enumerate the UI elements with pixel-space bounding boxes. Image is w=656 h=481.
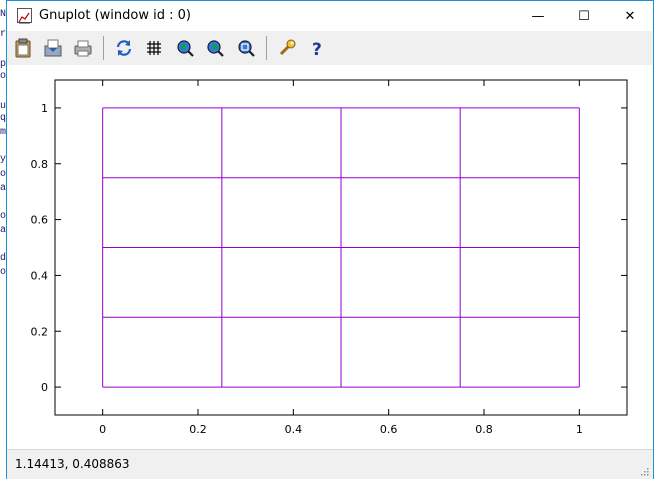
minimize-icon: — [531,8,545,24]
status-bar: 1.14413, 0.408863 [7,449,653,479]
x-tick-label: 1 [576,423,583,436]
chart-canvas[interactable]: 0 0.2 0.4 0.6 0.8 1 0 0.2 0.4 0.6 0.8 1 [7,65,653,449]
maximize-button[interactable]: ☐ [561,1,607,31]
unzoom-button[interactable] [234,36,258,60]
help-icon: ? [312,40,322,58]
x-tick-label: 0 [99,423,106,436]
gnuplot-window: Gnuplot (window id : 0) — ☐ ✕ ? 0 0.2 0.… [6,0,654,479]
x-tick-label: 0.4 [285,423,303,436]
save-icon [44,39,62,57]
plot-area[interactable]: 0 0.2 0.4 0.6 0.8 1 0 0.2 0.4 0.6 0.8 1 [7,65,653,449]
grid-icon [147,41,161,55]
print-button[interactable] [71,36,95,60]
x-tick-label: 0.8 [475,423,493,436]
copy-to-clipboard-icon [15,38,31,58]
zoom-previous-button[interactable] [173,36,197,60]
help-button[interactable]: ? [305,36,329,60]
close-icon: ✕ [624,8,636,24]
maximize-icon: ☐ [578,8,590,24]
gnuplot-app-icon[interactable] [17,8,32,24]
minimize-button[interactable]: — [515,1,561,31]
zoom-next-button[interactable] [203,36,227,60]
svg-text:?: ? [312,40,322,58]
options-button[interactable] [275,36,299,60]
y-tick-label: 0.4 [31,269,49,282]
unzoom-icon [238,40,255,57]
close-button[interactable]: ✕ [607,1,653,31]
y-tick-label: 0 [41,381,48,394]
toolbar-separator [266,36,267,60]
window-title: Gnuplot (window id : 0) [39,8,191,23]
title-bar[interactable]: Gnuplot (window id : 0) — ☐ ✕ [7,1,653,31]
grid-button[interactable] [142,36,166,60]
print-icon [74,40,92,57]
y-tick-label: 0.2 [31,325,49,338]
copy-to-clipboard-button[interactable] [11,36,35,60]
zoom-previous-icon [177,40,194,57]
y-tick-label: 0.8 [31,158,49,171]
options-wrench-icon [279,39,296,56]
toolbar: ? [7,31,653,65]
cursor-coordinates: 1.14413, 0.408863 [15,457,130,471]
y-tick-label: 0.6 [31,214,49,227]
replot-button[interactable] [112,36,136,60]
zoom-next-icon [207,40,224,57]
x-tick-label: 0.2 [189,423,207,436]
resize-grip-icon[interactable] [639,466,649,476]
x-tick-label: 0.6 [380,423,398,436]
y-tick-label: 1 [41,102,48,115]
save-button[interactable] [41,36,65,60]
toolbar-separator [103,36,104,60]
replot-icon [116,40,132,56]
